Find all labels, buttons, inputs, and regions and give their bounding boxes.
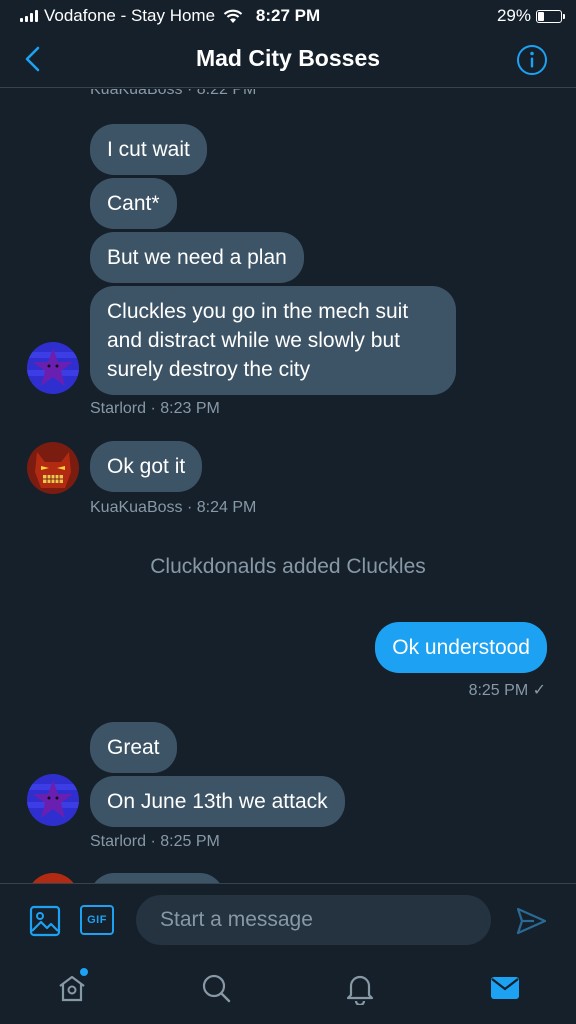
message-bubble[interactable]: Ok got it — [90, 441, 203, 492]
message-bubble[interactable]: Cluckles you go in the mech suit and dis… — [90, 286, 456, 395]
message-composer: GIF — [0, 883, 576, 955]
gif-button[interactable]: GIF — [80, 905, 114, 935]
battery-icon — [536, 9, 565, 23]
tab-bar — [0, 955, 576, 1024]
status-right: 29% — [496, 6, 565, 26]
status-time: 8:27 PM — [255, 6, 321, 25]
conversation-header: Mad City Bosses — [0, 32, 576, 88]
message-bubble[interactable]: Cant* — [90, 178, 177, 229]
status-bar: Vodafone - Stay Home 8:27 PM 29% — [0, 0, 576, 32]
avatar-kuakuaboss[interactable] — [27, 442, 79, 494]
message-bubble[interactable] — [90, 873, 224, 883]
avatar-starlord[interactable] — [27, 774, 79, 826]
message-bubble[interactable]: But we need a plan — [90, 232, 304, 283]
star-avatar-icon — [27, 342, 79, 394]
send-icon[interactable] — [514, 904, 548, 938]
mail-icon[interactable] — [488, 971, 522, 1005]
avatar-kuakuaboss[interactable] — [27, 873, 79, 883]
system-message: Cluckdonalds added Cluckles — [150, 555, 426, 578]
message-bubble[interactable]: Great — [90, 722, 177, 773]
message-bubble[interactable]: On June 13th we attack — [90, 776, 345, 827]
avatar-starlord[interactable] — [27, 342, 79, 394]
message-meta: Starlord · 8:25 PM — [90, 833, 220, 850]
star-avatar-icon — [27, 774, 79, 826]
info-icon[interactable] — [516, 44, 548, 76]
message-meta: KuaKuaBoss · 8:24 PM — [90, 499, 257, 516]
image-icon[interactable] — [28, 904, 62, 938]
home-icon[interactable] — [55, 971, 89, 1005]
notification-dot — [80, 968, 88, 976]
message-bubble-outgoing[interactable]: Ok understood — [375, 622, 547, 673]
demon-avatar-icon — [27, 873, 79, 883]
message-meta: KuaKuaBoss · 8:22 PM — [90, 89, 257, 98]
conversation-title: Mad City Bosses — [195, 45, 381, 71]
battery-fill — [538, 11, 545, 21]
message-meta: 8:25 PM ✓ — [468, 682, 546, 699]
search-icon[interactable] — [199, 971, 233, 1005]
message-bubble[interactable]: I cut wait — [90, 124, 207, 175]
message-meta: Starlord · 8:23 PM — [90, 400, 220, 417]
message-input[interactable] — [136, 895, 491, 945]
battery-percent: 29% — [496, 6, 531, 25]
bell-icon[interactable] — [343, 971, 377, 1005]
message-list[interactable]: KuaKuaBoss · 8:22 PM I cut wait Cant* Bu… — [0, 89, 576, 883]
demon-avatar-icon — [27, 442, 79, 494]
